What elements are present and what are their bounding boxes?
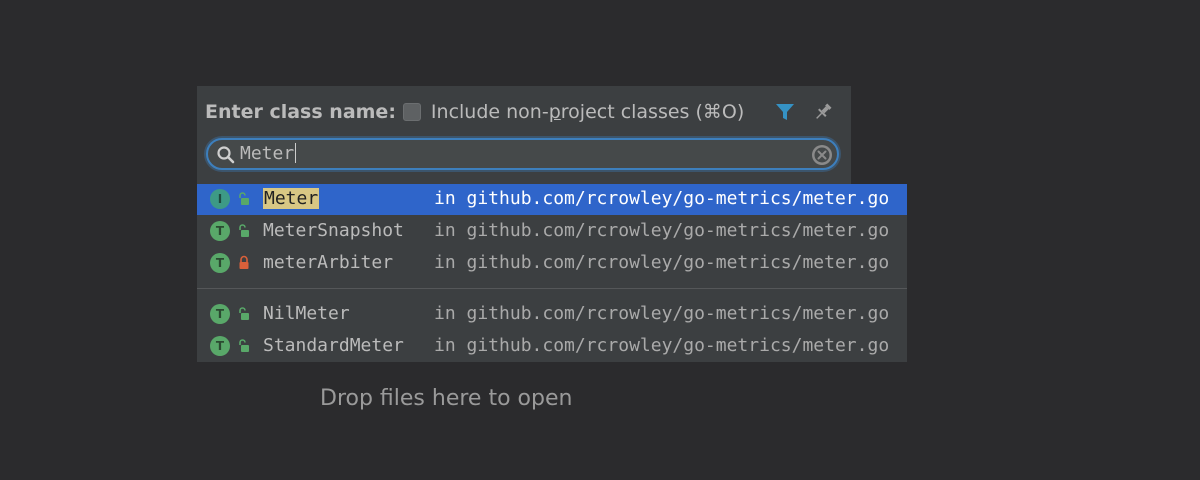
filter-icon[interactable] [774, 101, 796, 127]
include-non-project-checkbox[interactable] [402, 103, 421, 121]
result-location: in github.com/rcrowley/go-metrics/meter.… [434, 303, 890, 324]
text-caret [295, 143, 297, 163]
match-highlight: Meter [263, 188, 320, 209]
popup-header: Enter class name: Include non-project cl… [205, 98, 744, 126]
result-row[interactable]: T MeterSnapshot in github.com/rcrowley/g… [197, 216, 907, 247]
popup-title: Enter class name: [205, 101, 396, 123]
clear-icon[interactable] [811, 144, 833, 170]
type-kind-icon: T [210, 221, 230, 241]
private-lock-icon [237, 255, 251, 276]
result-row[interactable]: T StandardMeter in github.com/rcrowley/g… [197, 331, 907, 362]
drop-files-hint: Drop files here to open [320, 386, 573, 411]
include-label-mnemonic: p [548, 101, 561, 123]
result-row[interactable]: T NilMeter in github.com/rcrowley/go-met… [197, 299, 907, 330]
public-lock-icon [237, 338, 251, 359]
search-icon [216, 145, 236, 169]
result-name: MeterSnapshot [263, 220, 404, 241]
class-search-field[interactable]: Meter [206, 138, 839, 170]
public-lock-icon [237, 191, 251, 212]
result-location: in github.com/rcrowley/go-metrics/meter.… [434, 188, 890, 209]
result-name: meterArbiter [263, 252, 394, 273]
type-kind-icon: T [210, 336, 230, 356]
pin-icon[interactable] [812, 101, 834, 127]
result-name: NilMeter [263, 303, 350, 324]
type-kind-icon: T [210, 253, 230, 273]
search-input[interactable]: Meter [240, 143, 297, 165]
result-row[interactable]: I Meter in github.com/rcrowley/go-metric… [197, 184, 907, 215]
result-name: StandardMeter [263, 335, 404, 356]
result-location: in github.com/rcrowley/go-metrics/meter.… [434, 220, 890, 241]
goto-class-popup: Enter class name: Include non-project cl… [197, 86, 851, 184]
type-kind-icon: T [210, 304, 230, 324]
search-value: Meter [240, 143, 295, 164]
result-location: in github.com/rcrowley/go-metrics/meter.… [434, 335, 890, 356]
include-label-post: roject classes (⌘O) [560, 101, 745, 123]
public-lock-icon [237, 223, 251, 244]
result-location: in github.com/rcrowley/go-metrics/meter.… [434, 252, 890, 273]
include-non-project-label[interactable]: Include non-project classes (⌘O) [431, 101, 744, 123]
group-separator [197, 288, 907, 289]
results-list: I Meter in github.com/rcrowley/go-metric… [197, 184, 907, 362]
interface-kind-icon: I [210, 189, 230, 209]
include-label-pre: Include non- [430, 101, 549, 123]
public-lock-icon [237, 306, 251, 327]
result-row[interactable]: T meterArbiter in github.com/rcrowley/go… [197, 248, 907, 279]
result-name: Meter [263, 188, 320, 210]
